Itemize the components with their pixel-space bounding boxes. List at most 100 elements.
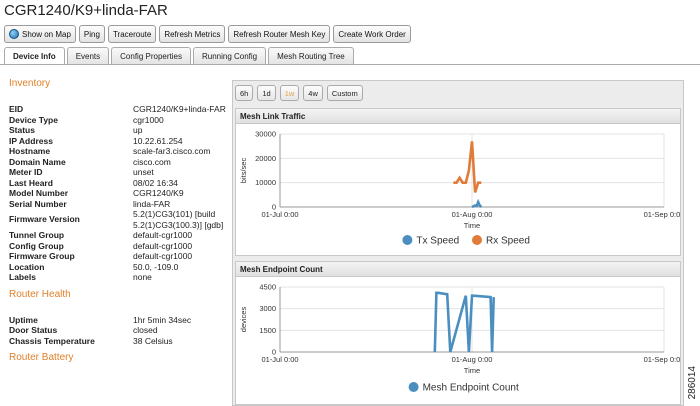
info-value: 50.0, -109.0 <box>133 261 179 272</box>
tab-config-properties[interactable]: Config Properties <box>111 47 191 64</box>
info-key: Status <box>9 125 35 135</box>
tab-events[interactable]: Events <box>66 47 110 64</box>
router-health-heading: Router Health <box>9 288 71 300</box>
legend-label[interactable]: Tx Speed <box>416 236 459 247</box>
figure-number: 286014 <box>687 366 698 400</box>
refresh-metrics-button[interactable]: Refresh Metrics <box>159 25 226 43</box>
x-tick-label: 01-Jul 0:00 <box>261 355 298 364</box>
legend-marker[interactable] <box>408 382 419 392</box>
tab-mesh-routing-tree[interactable]: Mesh Routing Tree <box>268 47 354 64</box>
y-tick-label: 4500 <box>259 283 276 292</box>
info-value: 10.22.61.254 <box>133 135 183 146</box>
x-axis-label: Time <box>464 366 480 375</box>
inventory-heading: Inventory <box>9 78 51 89</box>
info-key: Labels <box>9 272 36 282</box>
legend-label[interactable]: Rx Speed <box>486 236 530 247</box>
info-row: Door Status closed <box>9 325 229 336</box>
info-row: Last Heard 08/02 16:34 <box>9 178 229 189</box>
x-tick-label: 01-Aug 0:00 <box>452 355 493 364</box>
info-value: CGR1240/K9+linda-FAR <box>133 104 226 114</box>
mesh-link-traffic-title: Mesh Link Traffic <box>236 109 680 124</box>
mesh-endpoint-count-chart: 015003000450001-Jul 0:00 01-Aug 0:00 01-Se… <box>239 283 680 394</box>
info-value: default-cgr1000 <box>133 230 193 240</box>
info-value: cgr1000 <box>133 114 164 125</box>
legend-label[interactable]: Mesh Endpoint Count <box>423 383 519 394</box>
toolbar: Show on Map Ping Traceroute Refresh Metr… <box>4 25 411 43</box>
info-key: Device Type <box>9 114 58 125</box>
info-value: closed <box>133 325 158 335</box>
info-row: IP Address 10.22.61.254 <box>9 136 229 147</box>
series-line-1 <box>433 291 495 353</box>
info-row: Uptime 1hr 5min 34sec <box>9 315 229 326</box>
info-key: Meter ID <box>9 167 43 177</box>
info-value: 5.2(1)CG3(101) [build 5.2(1)CG3(100.3)] … <box>133 209 224 230</box>
info-row: Hostname scale-far3.cisco.com <box>9 146 229 157</box>
tab-bar: Device Info Events Config Properties Run… <box>4 47 354 64</box>
info-key: Chassis Temperature <box>9 335 95 346</box>
x-tick-label: 01-Jul 0:00 <box>261 210 298 219</box>
mesh-link-traffic-panel: Mesh Link Traffic 0 10000 20000 30000 01-Jul… <box>235 108 681 256</box>
range-1d-button[interactable]: 1d <box>257 85 276 101</box>
info-row: Firmware Group default-cgr1000 <box>9 251 229 262</box>
traceroute-button[interactable]: Traceroute <box>107 25 157 43</box>
info-value: 1hr 5min 34sec <box>133 314 192 325</box>
info-row: Tunnel Group default-cgr1000 <box>9 230 229 241</box>
info-row: Chassis Temperature 38 Celsius <box>9 336 229 347</box>
x-tick-label: 01-Aug 0:00 <box>452 210 493 219</box>
globe-icon <box>9 29 19 39</box>
info-row: Device Type cgr1000 <box>9 115 229 126</box>
info-key: Hostname <box>9 146 51 156</box>
show-on-map-button[interactable]: Show on Map <box>4 25 76 43</box>
info-row: Firmware Version 5.2(1)CG3(101) [build 5.… <box>9 209 229 230</box>
y-tick-label: 10000 <box>255 178 276 187</box>
info-row: Serial Number linda-FAR <box>9 199 229 210</box>
info-row: Domain Name cisco.com <box>9 157 229 168</box>
x-tick-label: 01-Sep 0:00 <box>644 210 680 219</box>
y-tick-label: 20000 <box>255 154 276 163</box>
y-axis-label: devices <box>239 307 248 333</box>
info-value: scale-far3.cisco.com <box>133 146 211 156</box>
info-row: EID CGR1240/K9+linda-FAR <box>9 104 229 115</box>
tab-running-config[interactable]: Running Config <box>192 47 267 64</box>
info-key: Config Group <box>9 240 64 251</box>
info-key: Serial Number <box>9 198 67 209</box>
info-row: Labels none <box>9 272 229 283</box>
range-4w-button[interactable]: 4w <box>303 85 323 101</box>
tab-device-info[interactable]: Device Info <box>4 47 65 64</box>
info-value: linda-FAR <box>133 198 171 209</box>
info-value: none <box>133 272 152 282</box>
info-value: default-cgr1000 <box>133 251 193 261</box>
range-custom-button[interactable]: Custom <box>326 85 363 101</box>
range-6h-button[interactable]: 6h <box>235 85 254 101</box>
y-axis-label: bits/sec <box>239 158 248 184</box>
info-value: default-cgr1000 <box>133 240 193 251</box>
info-key: IP Address <box>9 135 53 146</box>
device-info-panel: Inventory EID CGR1240/K9+linda-FAR Device … <box>9 78 229 378</box>
info-key: Tunnel Group <box>9 230 65 240</box>
mesh-endpoint-count-title: Mesh Endpoint Count <box>236 262 680 277</box>
info-key: Model Number <box>9 188 69 198</box>
create-work-order-button[interactable]: Create Work Order <box>333 25 411 43</box>
series-line-2 <box>453 141 482 193</box>
y-tick-label: 30000 <box>255 130 276 139</box>
legend-marker[interactable] <box>472 235 482 245</box>
range-1w-button[interactable]: 1w <box>279 85 300 101</box>
router-health-list: Uptime 1hr 5min 34sec Door Status closed Cha… <box>9 315 229 347</box>
info-key: Firmware Version <box>9 214 80 225</box>
info-key: Door Status <box>9 325 58 335</box>
y-tick-label: 1500 <box>259 326 276 335</box>
refresh-router-mesh-key-button[interactable]: Refresh Router Mesh Key <box>228 25 331 43</box>
info-key: Last Heard <box>9 177 53 188</box>
info-value: 38 Celsius <box>133 335 173 346</box>
x-axis-label: Time <box>464 221 480 230</box>
mesh-link-traffic-chart: 010000200003000001-Jul 0:00 01-Aug 0:00 01… <box>239 130 680 247</box>
legend-marker[interactable] <box>402 235 413 245</box>
ping-button[interactable]: Ping <box>78 25 105 43</box>
info-value: unset <box>133 167 154 177</box>
info-key: Uptime <box>9 314 38 325</box>
info-row: Config Group default-cgr1000 <box>9 241 229 252</box>
y-tick-label: 3000 <box>259 304 276 313</box>
show-on-map-label: Show on Map <box>22 29 71 39</box>
info-key: Firmware Group <box>9 251 75 261</box>
info-key: EID <box>9 104 24 114</box>
